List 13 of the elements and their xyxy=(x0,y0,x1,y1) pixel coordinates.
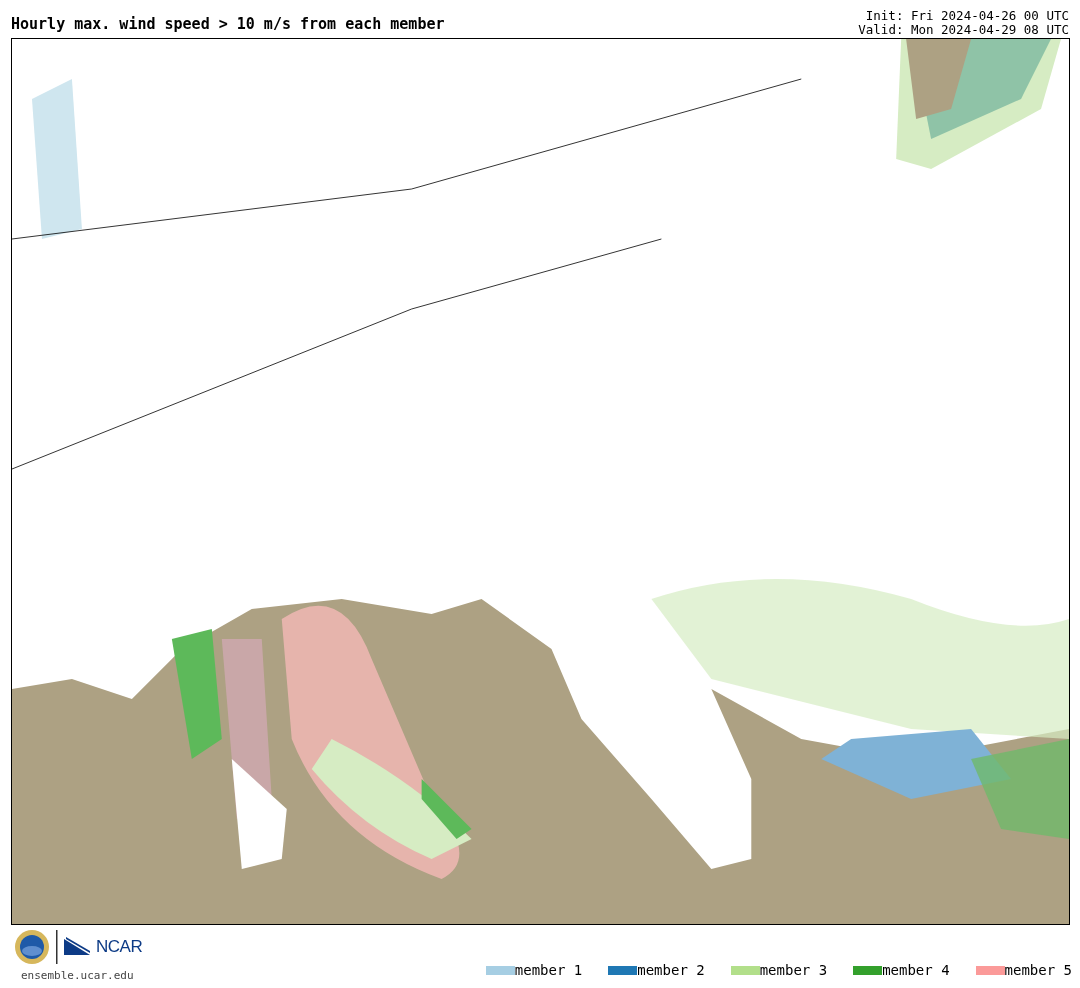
valid-time: Valid: Mon 2024-04-29 08 UTC xyxy=(858,23,1069,37)
site-address: ensemble.ucar.edu xyxy=(21,969,135,982)
init-time: Init: Fri 2024-04-26 00 UTC xyxy=(865,9,1069,23)
logo-divider xyxy=(56,930,58,964)
legend-label: member 4 xyxy=(882,962,950,978)
seal-logo-icon xyxy=(14,929,50,965)
triangle-logo-icon xyxy=(64,937,90,957)
legend-label: member 5 xyxy=(1004,962,1072,978)
legend-label: member 1 xyxy=(514,962,583,978)
chart-title: Hourly max. wind speed > 10 m/s from each member xyxy=(11,15,445,33)
legend-label: member 2 xyxy=(637,962,705,978)
logo-text: NCAR xyxy=(96,937,143,957)
legend-label: member 3 xyxy=(759,962,828,978)
